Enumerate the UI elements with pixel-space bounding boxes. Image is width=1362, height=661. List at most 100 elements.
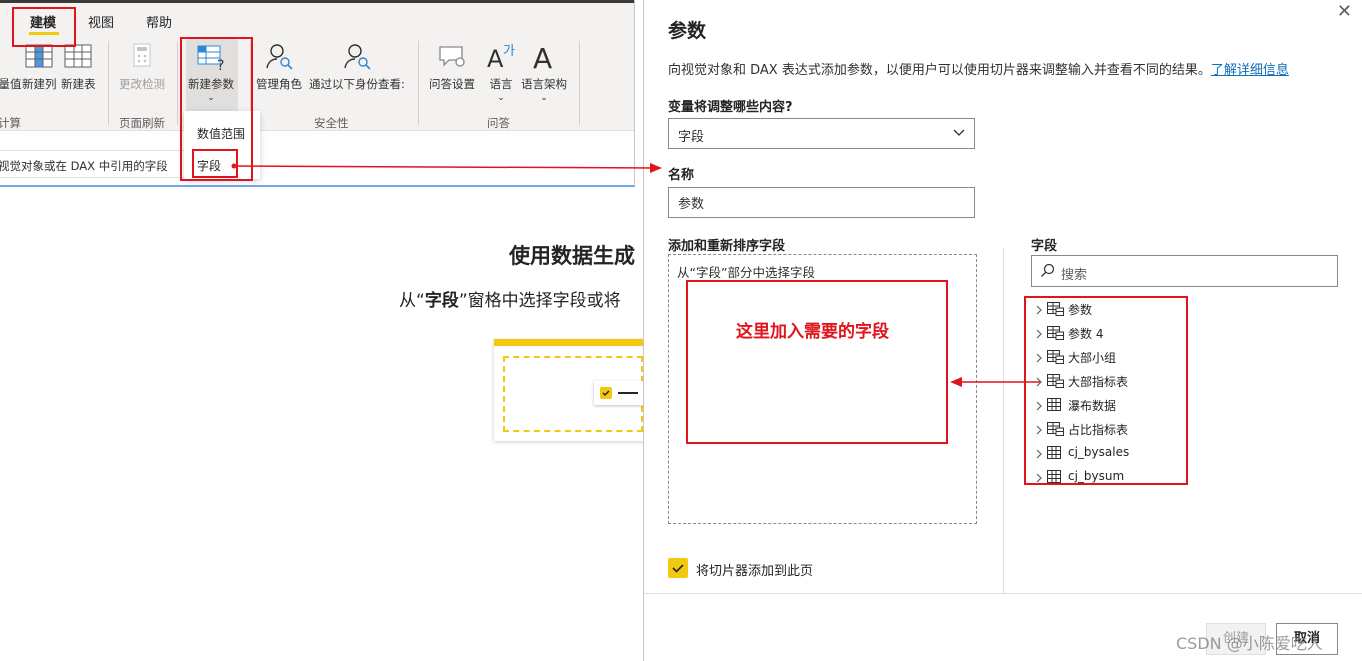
svg-text:A: A [533, 42, 552, 72]
chevron-right-icon[interactable] [1034, 445, 1044, 464]
illustration-checkbox-chip [594, 381, 643, 405]
change-detection-icon [126, 40, 158, 72]
chevron-down-icon: ⌄ [540, 93, 548, 103]
view-as-label: 通过以下身份查看: [309, 77, 405, 91]
svg-text:가: 가 [503, 44, 515, 59]
formula-bar[interactable]: 视觉对象或在 DAX 中引用的字段 [0, 150, 184, 178]
fields-tree-item-label: cj_bysum [1068, 469, 1125, 483]
fields-drop-zone[interactable]: 从“字段”部分中选择字段 [668, 254, 977, 524]
table-icon [1047, 397, 1064, 416]
checkmark-icon [672, 564, 684, 573]
new-parameter-button[interactable]: ? 新建参数 ⌄ [188, 40, 234, 103]
add-reorder-fields-label: 添加和重新排序字段 [668, 239, 786, 254]
fields-search-input[interactable]: 搜索 [1031, 255, 1338, 287]
add-slicer-checkbox[interactable] [668, 558, 688, 578]
table-icon [1047, 469, 1064, 487]
search-icon [1040, 263, 1055, 282]
manage-roles-button[interactable]: 管理角色 [256, 40, 302, 92]
name-label: 名称 [668, 168, 695, 183]
linguistic-schema-button[interactable]: A 语言架构 ⌄ [521, 40, 567, 103]
chevron-right-icon[interactable] [1034, 301, 1044, 320]
dialog-description: 向视觉对象和 DAX 表达式添加参数，以便用户可以使用切片器来调整输入并查看不同… [668, 59, 1289, 78]
group-divider [418, 41, 419, 125]
new-parameter-dropdown: 数值范围 字段 [184, 111, 260, 179]
ribbon-toolbar: 量值 新建列 新建表 计算 更改检测 页面刷新 ? 新建参数 ⌄ 管理角色 通过… [0, 35, 635, 131]
close-icon[interactable]: ✕ [1337, 2, 1352, 22]
new-table-button[interactable]: 新建表 [61, 40, 96, 92]
chevron-right-icon[interactable] [1034, 469, 1044, 487]
screenshot-stage: 建模 视图 帮助 量值 新建列 新建表 计算 更改检测 页面刷新 ? 新建参数 … [0, 0, 1362, 661]
menu-item-numeric-range[interactable]: 数值范围 [197, 125, 245, 142]
chevron-down-icon: ⌄ [497, 93, 505, 103]
chat-gear-icon [436, 40, 468, 72]
fields-tree-item[interactable]: 参数 [1031, 297, 1221, 319]
fields-tree-item[interactable]: 大部指标表 [1031, 369, 1221, 391]
new-column-label: 新建列 [22, 77, 57, 91]
chevron-right-icon[interactable] [1034, 373, 1044, 392]
qa-setup-button[interactable]: 问答设置 [429, 40, 475, 92]
change-detection-button: 更改检测 [119, 40, 165, 92]
svg-text:A: A [487, 45, 504, 72]
fields-tree-item-label: cj_bysales [1068, 445, 1130, 459]
subtitle-text-bold: 字段 [424, 291, 459, 311]
fields-tree-item-label: 占比指标表 [1068, 423, 1129, 437]
new-column-button[interactable]: 新建列 [22, 40, 57, 92]
language-button[interactable]: A가 语言 ⌄ [485, 40, 517, 103]
name-input[interactable] [668, 187, 975, 218]
window-edge [0, 185, 635, 187]
illustration-header [494, 339, 643, 346]
menu-item-fields[interactable]: 字段 [197, 157, 221, 174]
param-table-icon [1047, 301, 1064, 320]
new-table-label: 新建表 [61, 77, 96, 91]
learn-more-link[interactable]: 了解详细信息 [1211, 63, 1289, 78]
what-adjust-select[interactable]: 字段 [668, 118, 975, 149]
group-label-security: 安全性 [314, 116, 349, 130]
chevron-right-icon[interactable] [1034, 325, 1044, 344]
fields-tree-item-label: 参数 4 [1068, 327, 1104, 341]
person-search-icon [341, 40, 373, 72]
fields-tree-item[interactable]: 大部小组 [1031, 345, 1221, 367]
add-slicer-label: 将切片器添加到此页 [696, 564, 814, 579]
tab-modeling[interactable]: 建模 [30, 12, 56, 31]
formula-bar-text: 视觉对象或在 DAX 中引用的字段 [0, 159, 168, 173]
language-icon: A가 [485, 40, 517, 73]
drop-zone-hint: 从“字段”部分中选择字段 [677, 265, 815, 280]
subtitle-text-pre: 从“ [399, 291, 425, 311]
chevron-right-icon[interactable] [1034, 397, 1044, 416]
new-table-icon [62, 40, 94, 72]
fields-tree-item[interactable]: 占比指标表 [1031, 417, 1221, 439]
canvas-empty-subtitle: 从“字段”窗格中选择字段或将 [399, 286, 621, 311]
qa-setup-label: 问答设置 [429, 77, 475, 91]
group-divider [579, 41, 580, 125]
fields-tree-item[interactable]: cj_bysales [1031, 441, 1221, 463]
chevron-right-icon[interactable] [1034, 349, 1044, 368]
window-edge [634, 0, 635, 186]
group-divider [108, 41, 109, 125]
manage-roles-label: 管理角色 [256, 77, 302, 91]
tab-help[interactable]: 帮助 [146, 12, 172, 31]
new-column-icon [23, 40, 55, 72]
group-label-page-refresh: 页面刷新 [119, 116, 165, 130]
fields-tree-item[interactable]: 瀑布数据 [1031, 393, 1221, 415]
param-table-icon [1047, 349, 1064, 368]
ribbon-tabs: 建模 视图 帮助 [0, 3, 635, 35]
param-table-icon [1047, 373, 1064, 392]
chevron-right-icon[interactable] [1034, 421, 1044, 440]
new-parameter-icon: ? [195, 40, 227, 74]
what-adjust-label: 变量将调整哪些内容? [668, 100, 793, 115]
powerbi-window: 建模 视图 帮助 量值 新建列 新建表 计算 更改检测 页面刷新 ? 新建参数 … [0, 0, 643, 661]
fields-tree-item-label: 大部小组 [1068, 351, 1117, 365]
fields-tree-item-label: 参数 [1068, 303, 1093, 317]
group-label-calculations: 计算 [0, 116, 21, 130]
new-parameter-label: 新建参数 [188, 77, 234, 91]
fields-tree-item[interactable]: 参数 4 [1031, 321, 1221, 343]
subtitle-text-post: ”窗格中选择字段或将 [458, 291, 621, 311]
fields-tree-item[interactable]: cj_bysum [1031, 465, 1221, 487]
fields-tree-item-label: 大部指标表 [1068, 375, 1129, 389]
person-search-icon [263, 40, 295, 72]
table-icon [1047, 445, 1064, 464]
linguistic-schema-label: 语言架构 [521, 77, 567, 91]
view-as-button[interactable]: 通过以下身份查看: [309, 40, 405, 92]
font-a-icon: A [528, 40, 560, 75]
tab-view[interactable]: 视图 [88, 12, 114, 31]
